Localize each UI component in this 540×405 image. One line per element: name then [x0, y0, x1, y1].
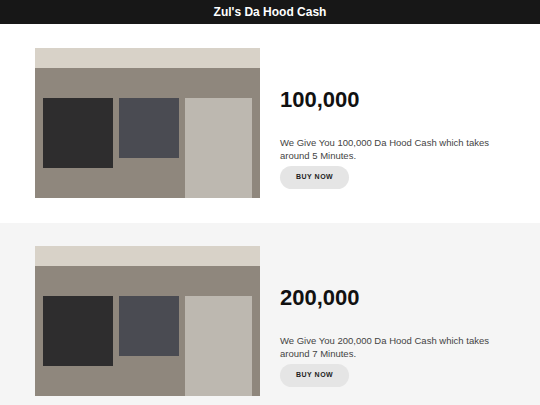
- product-info: 100,000 We Give You 100,000 Da Hood Cash …: [280, 48, 515, 198]
- product-description: We Give You 100,000 Da Hood Cash which t…: [280, 136, 515, 162]
- product-section: 100,000 We Give You 100,000 Da Hood Cash …: [0, 24, 540, 223]
- product-description: We Give You 200,000 Da Hood Cash which t…: [280, 334, 515, 360]
- product-info: 200,000 We Give You 200,000 Da Hood Cash …: [280, 246, 515, 396]
- product-photo: [35, 246, 260, 396]
- product-amount: 200,000: [280, 284, 360, 312]
- site-title[interactable]: Zul's Da Hood Cash: [214, 0, 327, 24]
- header-bar: Zul's Da Hood Cash: [0, 0, 540, 24]
- product-amount: 100,000: [280, 86, 360, 114]
- product-section: 200,000 We Give You 200,000 Da Hood Cash …: [0, 223, 540, 405]
- page: Zul's Da Hood Cash 100,000 We Give You 100…: [0, 0, 540, 405]
- buy-now-button[interactable]: BUY NOW: [280, 166, 349, 189]
- product-photo: [35, 48, 260, 198]
- buy-now-button[interactable]: BUY NOW: [280, 364, 349, 387]
